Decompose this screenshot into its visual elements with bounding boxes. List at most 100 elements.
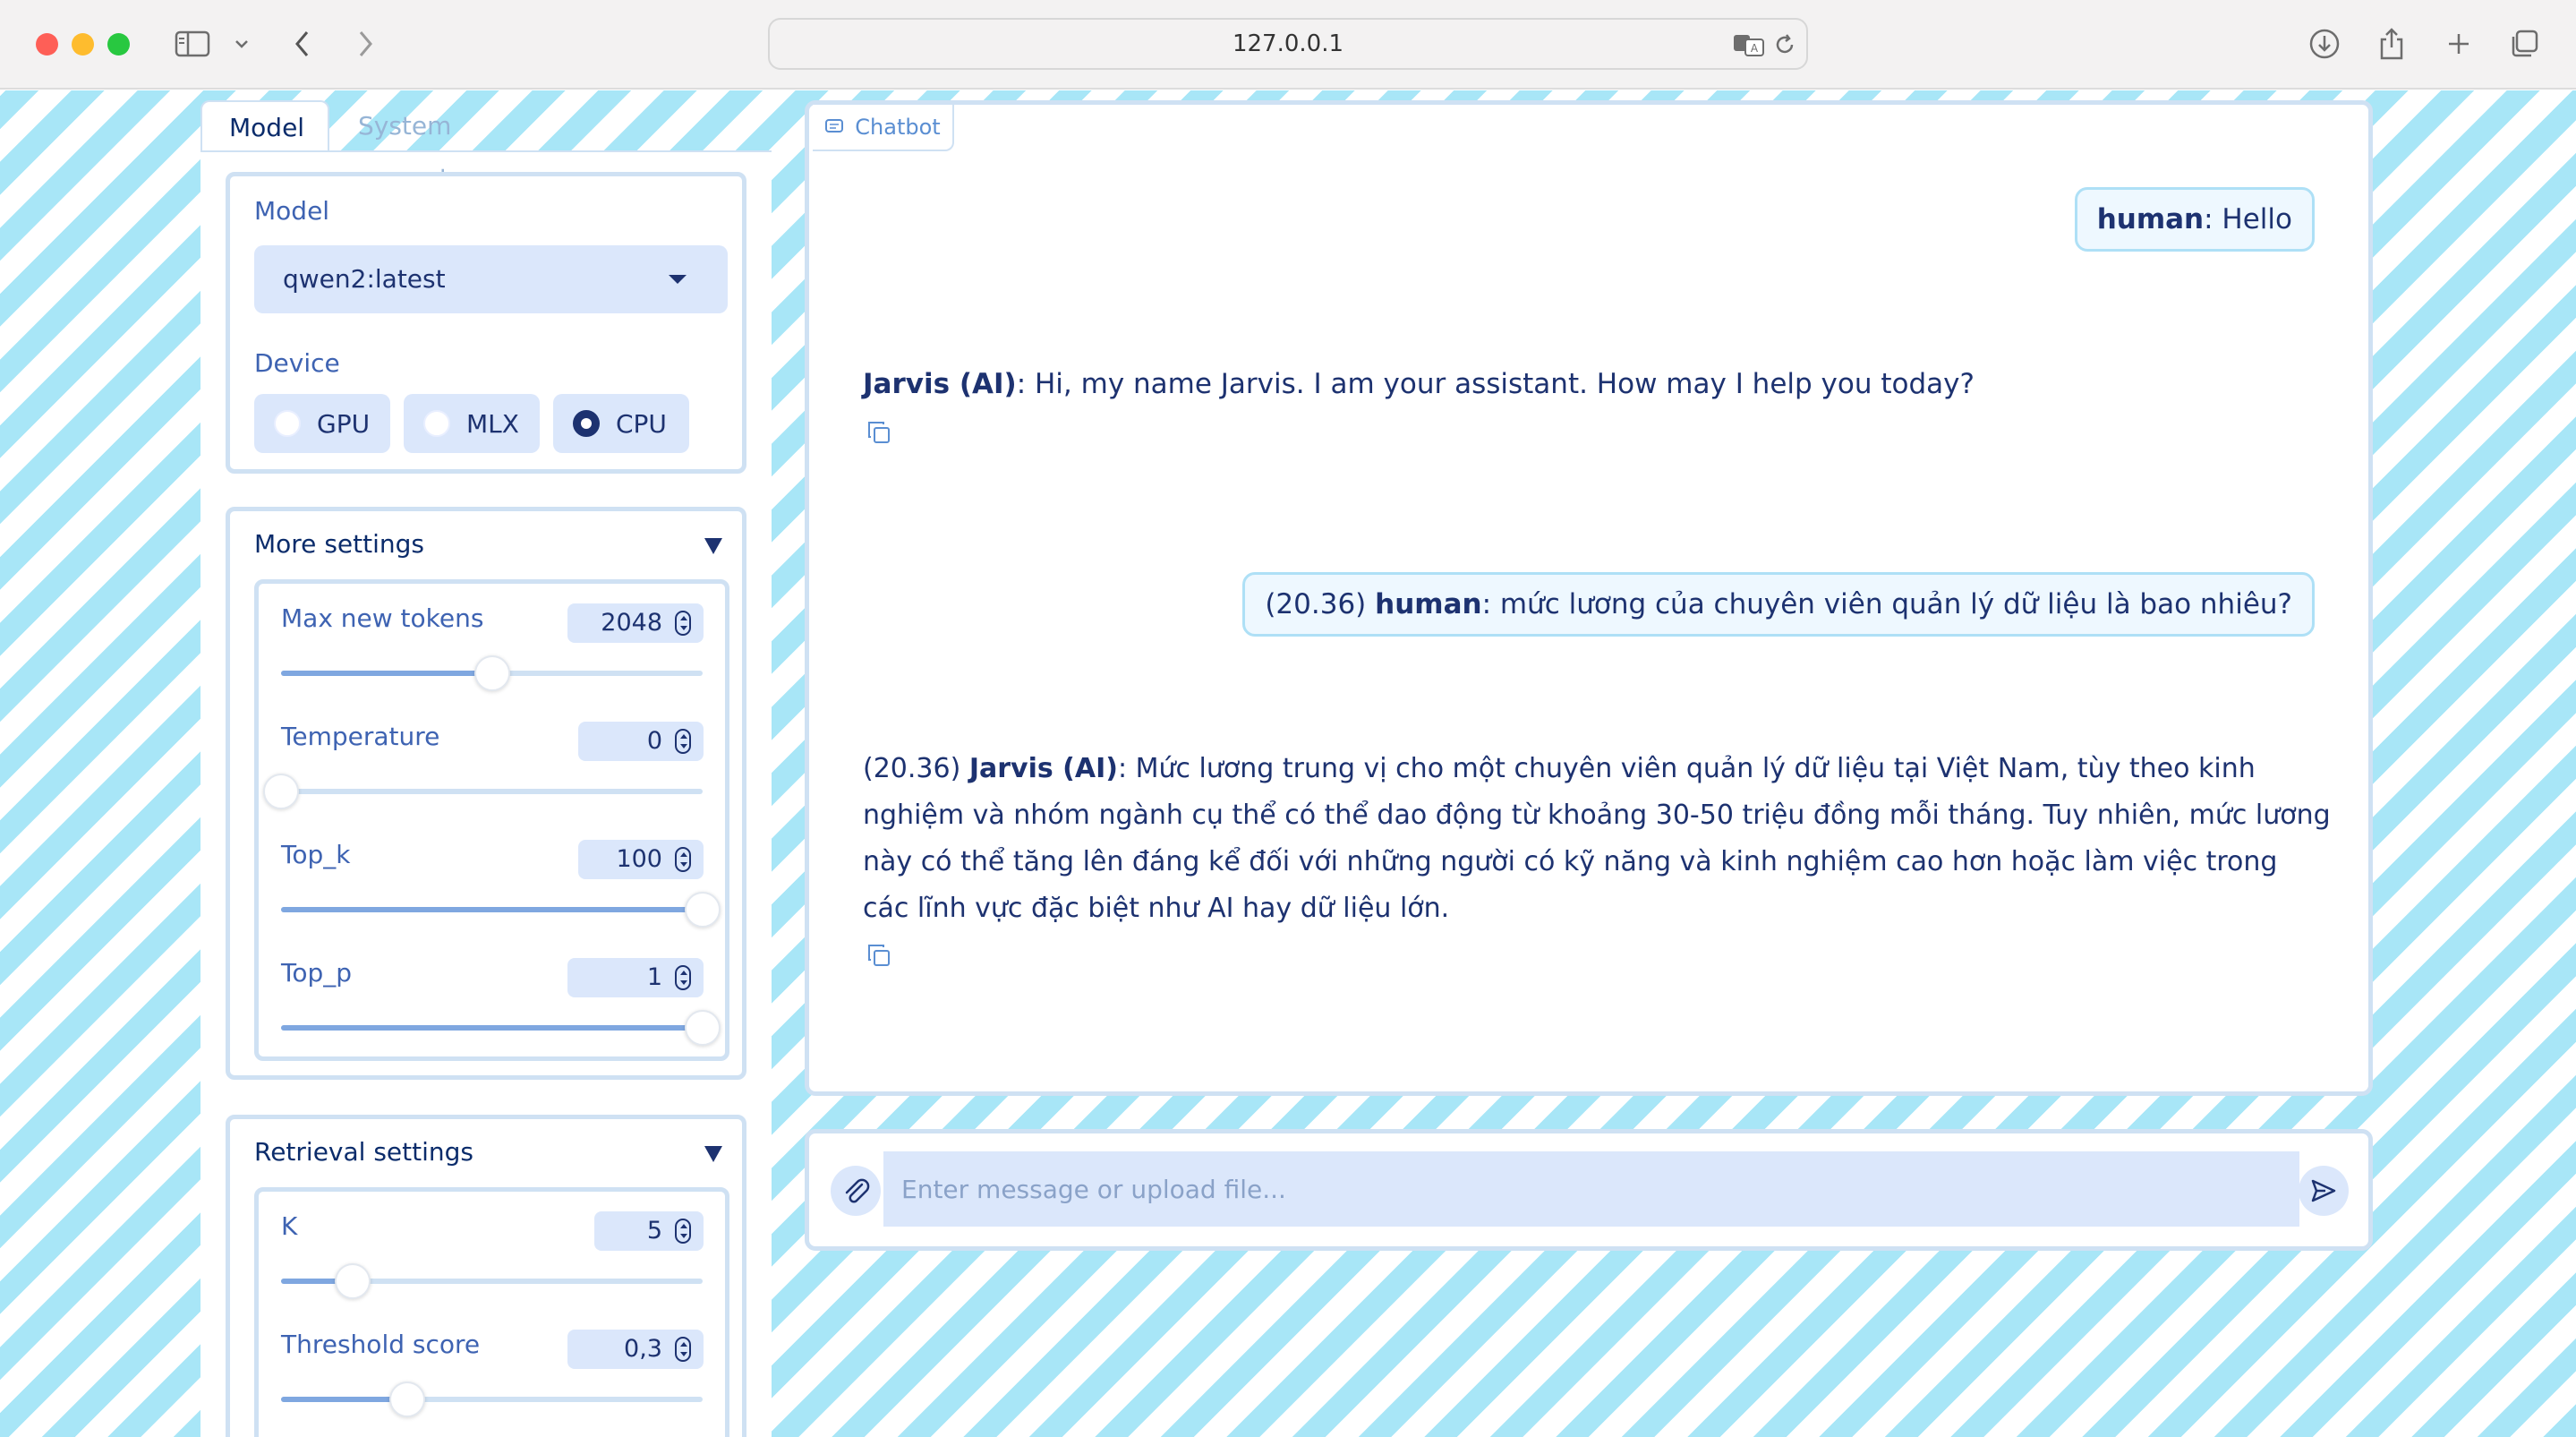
attach-file-button[interactable] xyxy=(831,1166,881,1216)
slider-thumb[interactable] xyxy=(685,892,721,928)
caret-down-icon xyxy=(669,275,687,284)
device-option-mlx[interactable]: MLX xyxy=(404,394,540,453)
chevron-down-icon[interactable] xyxy=(231,23,252,64)
collapse-arrow-icon[interactable] xyxy=(704,1146,722,1162)
translate-icon[interactable]: A xyxy=(1733,32,1765,57)
slider-label: Top_p xyxy=(281,958,353,988)
chatbot-badge: Chatbot xyxy=(813,105,954,151)
slider-track[interactable] xyxy=(281,1263,703,1299)
message-speaker: human xyxy=(1375,588,1482,620)
retrieval-settings-title[interactable]: Retrieval settings xyxy=(254,1137,473,1167)
reload-icon[interactable] xyxy=(1772,32,1797,57)
zoom-window-button[interactable] xyxy=(107,33,130,56)
retrieval-settings-accordion: Retrieval settings K 5 Threshold score 0… xyxy=(226,1115,746,1437)
message-composer xyxy=(805,1129,2373,1251)
more-settings-group: Max new tokens 2048 Temperature 0 Top_k … xyxy=(254,579,729,1061)
max-new-tokens-input[interactable]: 2048 xyxy=(567,603,704,643)
human-message: human: Hello xyxy=(2074,187,2315,252)
device-radio-group: GPU MLX CPU xyxy=(254,394,720,453)
k-input[interactable]: 5 xyxy=(594,1211,704,1251)
send-button[interactable] xyxy=(2299,1166,2349,1216)
ai-message: Jarvis (AI): Hi, my name Jarvis. I am yo… xyxy=(863,361,2331,407)
slider-k: K 5 xyxy=(259,1192,725,1310)
minimize-window-button[interactable] xyxy=(72,33,94,56)
slider-top-k: Top_k 100 xyxy=(259,820,725,938)
slider-thumb[interactable] xyxy=(389,1381,426,1417)
copy-icon[interactable] xyxy=(866,943,891,968)
message-input[interactable] xyxy=(883,1151,2299,1227)
ai-message: (20.36) Jarvis (AI): Mức lương trung vị … xyxy=(863,746,2331,932)
download-icon[interactable] xyxy=(2307,23,2342,64)
sidebar-icon[interactable] xyxy=(172,23,213,64)
url-text: 127.0.0.1 xyxy=(1232,30,1344,57)
number-value: 2048 xyxy=(601,609,662,637)
slider-track[interactable] xyxy=(263,774,703,809)
slider-fill xyxy=(281,907,703,912)
slider-fill xyxy=(281,671,492,676)
radio-mlx[interactable] xyxy=(423,410,450,437)
chatbot-panel: Chatbot human: Hello Jarvis (AI): Hi, my… xyxy=(805,100,2373,1096)
slider-label: Top_k xyxy=(281,840,351,869)
number-value: 0,3 xyxy=(624,1335,662,1363)
device-option-cpu[interactable]: CPU xyxy=(553,394,689,453)
temperature-input[interactable]: 0 xyxy=(578,722,704,761)
top-p-input[interactable]: 1 xyxy=(567,958,704,997)
slider-track[interactable] xyxy=(281,1381,703,1417)
slider-thumb[interactable] xyxy=(335,1263,371,1299)
slider-label: Max new tokens xyxy=(281,603,484,633)
device-option-label: CPU xyxy=(616,408,667,439)
device-option-label: GPU xyxy=(317,408,371,439)
stepper-icon[interactable] xyxy=(675,1337,691,1362)
top-k-input[interactable]: 100 xyxy=(578,840,704,879)
slider-fill xyxy=(281,1397,408,1402)
svg-text:A: A xyxy=(1751,42,1759,55)
new-tab-icon[interactable] xyxy=(2441,23,2477,64)
model-dropdown[interactable]: qwen2:latest xyxy=(254,245,728,313)
slider-label: Threshold score xyxy=(281,1330,481,1359)
retrieval-settings-group: K 5 Threshold score 0,3 xyxy=(254,1187,729,1437)
address-bar[interactable]: 127.0.0.1 A xyxy=(768,18,1808,70)
slider-temperature: Temperature 0 xyxy=(259,702,725,820)
tab-model[interactable]: Model xyxy=(200,100,329,152)
stepper-icon[interactable] xyxy=(675,965,691,990)
tabs-overview-icon[interactable] xyxy=(2506,23,2542,64)
stepper-icon[interactable] xyxy=(675,1219,691,1244)
number-value: 5 xyxy=(646,1217,662,1245)
close-window-button[interactable] xyxy=(36,33,58,56)
slider-thumb[interactable] xyxy=(685,1010,721,1046)
slider-thumb[interactable] xyxy=(473,655,510,691)
message-text: : Hello xyxy=(2204,203,2292,235)
send-icon xyxy=(2311,1179,2336,1202)
radio-gpu[interactable] xyxy=(274,410,301,437)
stepper-icon[interactable] xyxy=(675,611,691,636)
model-dropdown-value: qwen2:latest xyxy=(283,264,446,294)
stepper-icon[interactable] xyxy=(675,847,691,872)
tab-system-prompt[interactable]: System prompt xyxy=(331,100,566,192)
message-speaker: Jarvis (AI) xyxy=(863,368,1017,400)
human-message: (20.36) human: mức lương của chuyên viên… xyxy=(1242,572,2315,637)
slider-max-new-tokens: Max new tokens 2048 xyxy=(259,584,725,702)
message-time: (20.36) xyxy=(1265,588,1376,620)
stepper-icon[interactable] xyxy=(675,729,691,754)
slider-thumb[interactable] xyxy=(263,774,299,809)
slider-label: Temperature xyxy=(281,722,440,751)
copy-icon[interactable] xyxy=(866,420,891,445)
more-settings-accordion: More settings Max new tokens 2048 Temper… xyxy=(226,507,746,1080)
slider-track[interactable] xyxy=(281,1010,721,1046)
slider-track[interactable] xyxy=(281,892,721,928)
message-speaker: human xyxy=(2096,203,2205,235)
back-icon[interactable] xyxy=(285,23,320,64)
forward-icon[interactable] xyxy=(347,23,383,64)
more-settings-title[interactable]: More settings xyxy=(254,529,424,559)
threshold-score-input[interactable]: 0,3 xyxy=(567,1330,704,1369)
number-value: 100 xyxy=(616,845,662,873)
radio-cpu[interactable] xyxy=(573,410,600,437)
chatbot-badge-label: Chatbot xyxy=(855,115,941,140)
share-icon[interactable] xyxy=(2374,23,2410,64)
slider-track[interactable] xyxy=(281,655,703,691)
slider-top-p: Top_p 1 xyxy=(259,938,725,1056)
collapse-arrow-icon[interactable] xyxy=(704,538,722,554)
device-label: Device xyxy=(254,348,340,378)
device-option-gpu[interactable]: GPU xyxy=(254,394,390,453)
browser-toolbar: 127.0.0.1 A xyxy=(0,0,2576,90)
